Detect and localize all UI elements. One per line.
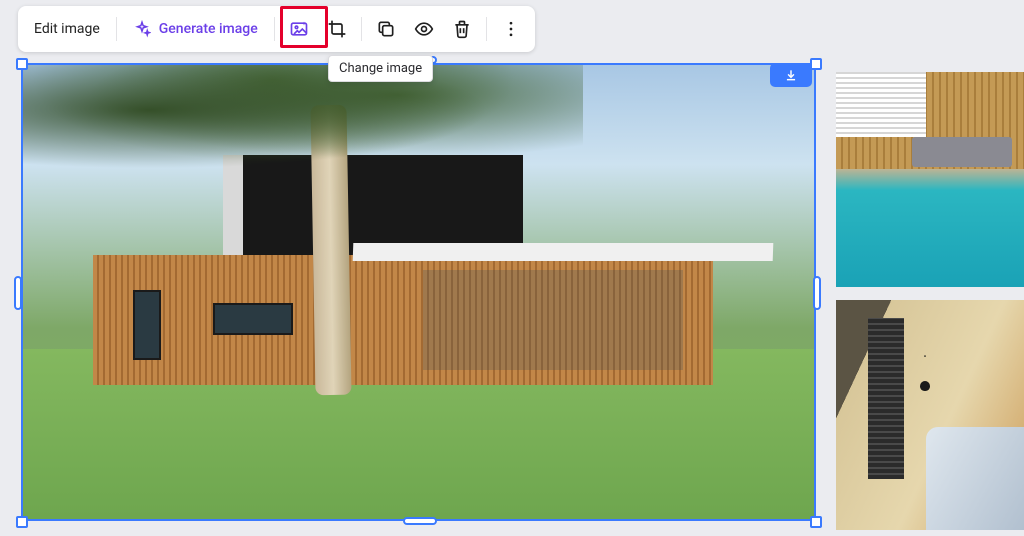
main-house-image[interactable] (23, 65, 814, 519)
resize-handle-right[interactable] (813, 276, 821, 310)
delete-button[interactable] (444, 11, 480, 47)
sparkle-icon (133, 20, 151, 38)
edit-image-button[interactable]: Edit image (24, 21, 110, 37)
generate-image-button[interactable]: Generate image (123, 20, 268, 38)
separator (486, 17, 487, 41)
resize-handle-bottom[interactable] (403, 517, 437, 525)
crop-button[interactable] (319, 11, 355, 47)
separator (361, 17, 362, 41)
image-house (93, 155, 713, 385)
more-options-button[interactable] (493, 11, 529, 47)
resize-handle-bottom-right[interactable] (810, 516, 822, 528)
download-image-button[interactable] (770, 63, 812, 87)
visibility-button[interactable] (406, 11, 442, 47)
pool-image[interactable] (836, 72, 1024, 287)
separator (274, 17, 275, 41)
resize-handle-left[interactable] (14, 276, 22, 310)
generate-image-label: Generate image (159, 21, 258, 37)
copy-button[interactable] (368, 11, 404, 47)
bedroom-image[interactable] (836, 300, 1024, 530)
resize-handle-bottom-left[interactable] (16, 516, 28, 528)
resize-handle-top-left[interactable] (16, 58, 28, 70)
change-image-button[interactable] (281, 11, 317, 47)
selected-image-frame[interactable] (21, 63, 816, 521)
change-image-tooltip: Change image (328, 55, 433, 82)
image-tree-foliage (23, 65, 583, 185)
separator (116, 17, 117, 41)
image-toolbar: Edit image Generate image (18, 6, 535, 52)
canvas-area[interactable] (18, 60, 1024, 536)
